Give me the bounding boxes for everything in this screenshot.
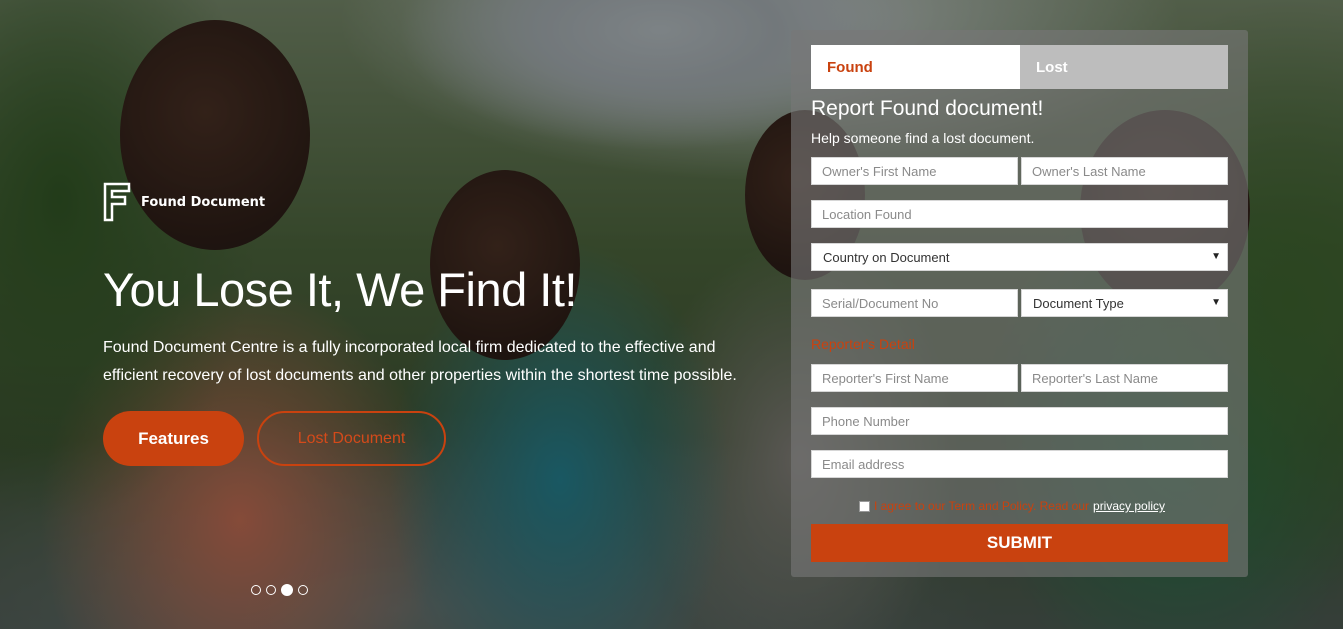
consent-checkbox[interactable]	[859, 500, 870, 512]
privacy-policy-link[interactable]: privacy policy	[1093, 499, 1165, 513]
carousel-dots	[251, 584, 308, 596]
reporter-section-label: Reporter's Detail	[811, 336, 915, 352]
report-form-panel: Found Lost Report Found document! Help s…	[791, 30, 1248, 577]
email-address-input[interactable]	[811, 450, 1228, 478]
consent-text: I agree to our Term and Policy. Read our	[874, 499, 1090, 513]
reporter-first-name-input[interactable]	[811, 364, 1018, 392]
hero-title: You Lose It, We Find It!	[103, 263, 577, 316]
tab-lost[interactable]: Lost	[1020, 45, 1228, 89]
chevron-down-icon: ▼	[1211, 297, 1221, 308]
country-select[interactable]: Country on Document ▼	[811, 243, 1228, 271]
carousel-dot-1[interactable]	[251, 585, 261, 595]
form-subtitle: Help someone find a lost document.	[811, 130, 1035, 146]
document-type-select[interactable]: Document Type ▼	[1021, 289, 1228, 317]
submit-button[interactable]: Submit	[811, 524, 1228, 562]
carousel-dot-4[interactable]	[298, 585, 308, 595]
owner-first-name-input[interactable]	[811, 157, 1018, 185]
carousel-dot-2[interactable]	[266, 585, 276, 595]
brand[interactable]: Found Document	[103, 182, 265, 222]
location-found-input[interactable]	[811, 200, 1228, 228]
document-type-select-value: Document Type	[1033, 295, 1124, 311]
country-select-value: Country on Document	[823, 249, 950, 265]
form-title: Report Found document!	[811, 97, 1044, 120]
consent-row: I agree to our Term and Policy. Read our…	[859, 499, 1165, 513]
chevron-down-icon: ▼	[1211, 251, 1221, 262]
form-tabs: Found Lost	[811, 45, 1228, 89]
hero-description: Found Document Centre is a fully incorpo…	[103, 339, 737, 384]
lost-document-button[interactable]: Lost Document	[257, 411, 446, 466]
owner-last-name-input[interactable]	[1021, 157, 1228, 185]
serial-document-input[interactable]	[811, 289, 1018, 317]
reporter-last-name-input[interactable]	[1021, 364, 1228, 392]
tab-found[interactable]: Found	[811, 45, 1020, 89]
brand-name: Found Document	[141, 194, 266, 210]
carousel-dot-3-active[interactable]	[281, 584, 293, 596]
brand-logo-icon	[103, 182, 131, 222]
features-button[interactable]: Features	[103, 411, 244, 466]
phone-number-input[interactable]	[811, 407, 1228, 435]
